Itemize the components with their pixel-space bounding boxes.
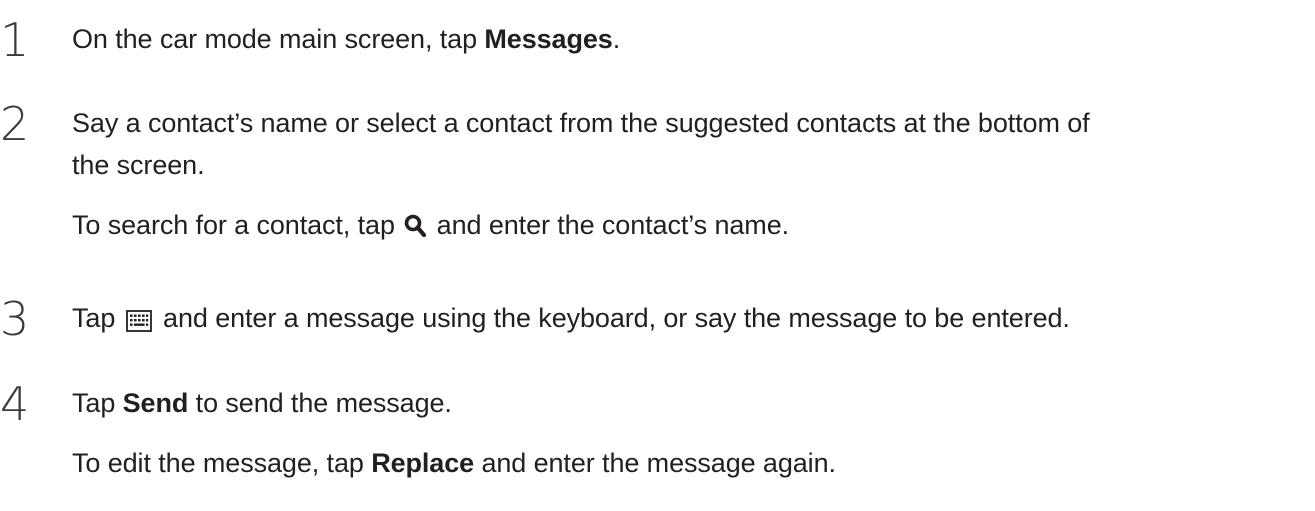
step-1-line-1: On the car mode main screen, tap Message… <box>72 22 620 56</box>
step-2-tip-after: and enter the contact’s name. <box>429 210 790 240</box>
send-label: Send <box>122 388 189 418</box>
step-3-number: 3 <box>0 292 30 346</box>
step-3-line-1: Tap and enter a message using the keyboa… <box>72 301 1070 335</box>
search-icon <box>404 212 427 237</box>
step-4-tip-after: and enter the message again. <box>474 448 836 478</box>
replace-label: Replace <box>371 448 475 478</box>
step-4-text-after: to send the message. <box>188 388 452 418</box>
step-4-text-before: Tap <box>72 388 123 418</box>
step-3-text-before: Tap <box>72 303 123 333</box>
step-1-text-before: On the car mode main screen, tap <box>72 24 485 54</box>
messages-label: Messages <box>484 24 613 54</box>
step-3-text-after: and enter a message using the keyboard, … <box>155 303 1070 333</box>
step-2-line-1: Say a contact’s name or select a contact… <box>72 108 1090 138</box>
step-4-line-1: Tap Send to send the message. <box>72 386 452 420</box>
keyboard-icon <box>125 306 152 332</box>
step-2-line-2: the screen. <box>72 150 205 180</box>
step-1-number: 1 <box>0 13 30 67</box>
step-4-tip-line: To edit the message, tap Replace and ent… <box>72 446 836 480</box>
step-2-number: 2 <box>0 97 30 151</box>
step-1-text-after: . <box>612 24 621 54</box>
step-4-number: 4 <box>0 377 30 431</box>
step-4-tip-before: To edit the message, tap <box>72 448 372 478</box>
step-2-tip-before: To search for a contact, tap <box>72 210 403 240</box>
step-2-tip-line: To search for a contact, tap and enter t… <box>72 208 789 242</box>
